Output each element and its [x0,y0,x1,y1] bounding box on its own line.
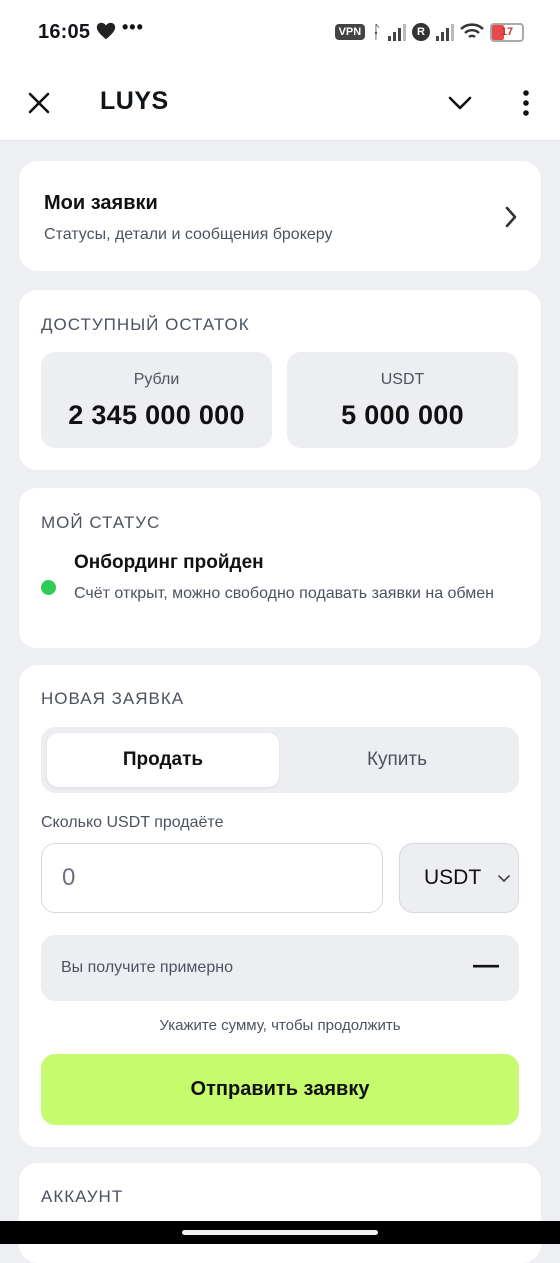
account-section-title: АККАУНТ [41,1187,124,1206]
rub-label: Рубли [133,371,180,388]
system-nav-bar [0,1221,560,1244]
my-orders-card[interactable]: Мои заявки Статусы, детали и сообщения б… [19,161,541,271]
signal-icon-2 [436,23,454,41]
tab-sell[interactable]: Продать [47,733,279,787]
new-order-section-title: НОВАЯ ЗАЯВКА [41,689,185,708]
chevron-right-icon [505,206,517,228]
home-gesture-handle[interactable] [182,1230,378,1235]
rub-balance-box: Рубли 2 345 000 000 [41,352,272,448]
wifi-icon [460,23,484,39]
status-time: 16:05 [38,21,91,43]
signal-icon [388,23,406,41]
amount-input[interactable] [41,843,383,913]
status-card: МОЙ СТАТУС Онбординг пройден Счёт открыт… [19,488,541,648]
amount-hint: Укажите сумму, чтобы продолжить [159,1017,401,1034]
currency-select[interactable]: USDT [399,843,519,913]
amount-label: Сколько USDT продаёте [41,814,224,831]
tab-buy[interactable]: Купить [281,733,513,787]
notification-dots: ••• [122,17,144,37]
receive-value: — [473,949,499,979]
status-indicator-dot [41,580,56,595]
status-section-title: МОЙ СТАТУС [41,513,161,532]
battery-level: 17 [500,26,514,38]
battery-icon: 17 [490,22,524,42]
rub-value: 2 345 000 000 [68,400,245,430]
my-orders-subtitle: Статусы, детали и сообщения брокеру [44,226,333,243]
usdt-value: 5 000 000 [341,400,464,430]
chevron-down-icon [448,96,472,110]
more-vertical-icon [523,90,529,116]
receive-estimate: Вы получите примерно — [41,935,519,1001]
currency-value: USDT [424,866,482,889]
balance-section-title: ДОСТУПНЫЙ ОСТАТОК [41,315,250,334]
chevron-down-icon [498,875,510,882]
status-bar: 16:05 ••• VPN ᛛ R 17 [0,0,560,66]
my-orders-title: Мои заявки [44,192,158,214]
close-icon [28,92,50,114]
usdt-balance-box: USDT 5 000 000 [287,352,518,448]
usdt-label: USDT [380,371,425,388]
vpn-icon: VPN [334,24,366,40]
dropdown-button[interactable] [442,86,478,120]
new-order-card: НОВАЯ ЗАЯВКА Продать Купить Сколько USDT… [19,665,541,1147]
app-header: LUYS [0,66,560,141]
close-button[interactable] [22,86,56,120]
status-description: Счёт открыт, можно свободно подавать зая… [74,585,494,602]
more-menu-button[interactable] [512,84,540,122]
bluetooth-icon: ᛛ [371,22,382,42]
order-type-tabs: Продать Купить [41,727,519,793]
app-title: LUYS [100,87,169,115]
submit-order-button[interactable]: Отправить заявку [41,1054,519,1125]
receive-label: Вы получите примерно [61,959,233,976]
heart-icon [96,22,116,40]
status-state: Онбординг пройден [74,552,264,573]
status-icons: VPN ᛛ R 17 [334,20,524,44]
balance-card: ДОСТУПНЫЙ ОСТАТОК Рубли 2 345 000 000 US… [19,290,541,470]
account-card: АККАУНТ [19,1163,541,1263]
r-badge-icon: R [412,23,430,41]
